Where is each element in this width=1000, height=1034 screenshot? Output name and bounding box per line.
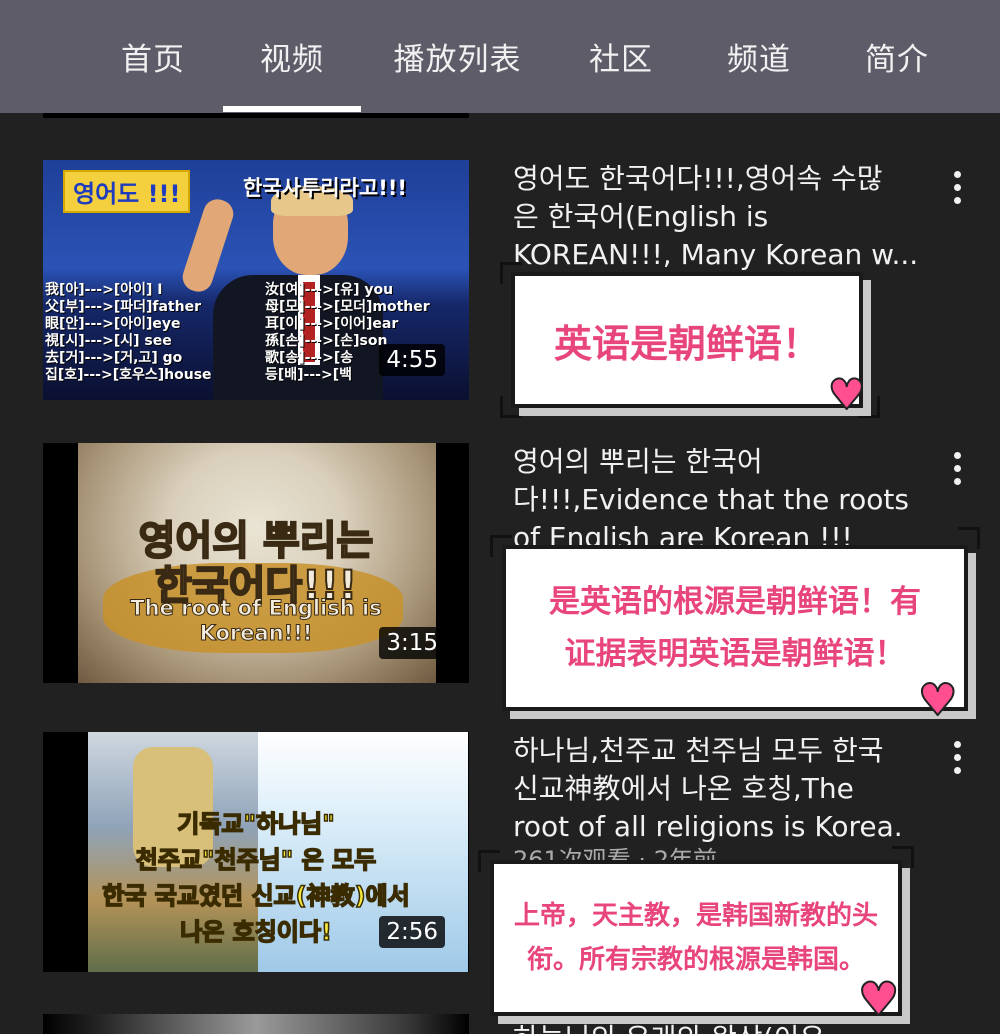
thumbnail-word-row: 汝[여]--->[유] you — [265, 282, 394, 298]
overlay-caption-text: 是英语的根源是朝鲜语！有 — [549, 584, 921, 620]
overlay-caption: 英语是朝鲜语！ — [511, 272, 863, 408]
thumbnail-headline: 기독교"하나님" — [177, 809, 336, 839]
video-thumbnail[interactable]: 영어의 뿌리는 한국어다!!! The root of English is K… — [43, 443, 469, 683]
thumbnail-word-row: 視[시]--->[시] see — [45, 333, 172, 349]
thumbnail-subtitle: The root of English is — [130, 596, 382, 621]
tab-videos[interactable]: 视频 — [223, 0, 361, 113]
video-thumbnail[interactable] — [43, 1014, 469, 1034]
video-title-line: 영어도 한국어다!!!,영어속 수많 — [513, 162, 883, 195]
video-title-line: 영어의 뿌리는 한국어 — [513, 445, 763, 478]
more-options-button[interactable] — [944, 738, 972, 778]
video-thumbnail[interactable]: 영어도 !!! 한국사투리라고!!! 我[아]--->[아이] I 父[부]--… — [43, 160, 469, 400]
more-options-button[interactable] — [944, 168, 972, 208]
overlay-caption-text: 衔。所有宗教的根源是韩国。 — [526, 945, 865, 975]
thumbnail-word-row: 집[호]--->[호우스]house — [45, 367, 212, 383]
thumbnail-word-row: 眼[안]--->[아이]eye — [45, 316, 181, 332]
channel-tab-bar: 首页 视频 播放列表 社区 频道 简介 — [0, 0, 1000, 113]
thumbnail-headline: 한국사투리라고!!! — [243, 176, 407, 200]
thumbnail-word-row: 母[모]--->[모더]mother — [265, 299, 430, 315]
overlay-caption-text: 证据表明英语是朝鲜语！ — [564, 636, 906, 672]
video-title-line: 하나님,천주교 천주님 모두 한국 — [513, 734, 884, 767]
thumbnail-word-row: 父[부]--->[파더]father — [45, 299, 201, 315]
video-list-item[interactable]: 하늘님의 유래와 왕상(이유 — [0, 1014, 1000, 1034]
video-list-item[interactable]: 영어의 뿌리는 한국어다!!! The root of English is K… — [0, 443, 1000, 727]
video-title-line: 신교神教에서 나온 호칭,The — [513, 772, 854, 805]
overlay-caption-text: 英语是朝鲜语！ — [553, 321, 820, 366]
thumbnail-headline: 한국 국교였던 신교(神教)에서 — [102, 881, 411, 911]
tab-about[interactable]: 简介 — [846, 0, 948, 113]
video-duration: 2:56 — [379, 916, 445, 948]
tab-channels[interactable]: 频道 — [708, 0, 810, 113]
video-thumbnail[interactable]: 기독교"하나님" 천주교"천주님" 은 모두 한국 국교였던 신교(神教)에서 … — [43, 732, 469, 972]
video-title[interactable]: 하늘님의 유래와 왕상(이유 — [513, 1020, 913, 1034]
tab-playlists[interactable]: 播放列表 — [380, 0, 535, 113]
video-duration: 4:55 — [379, 344, 445, 376]
video-title[interactable]: 하나님,천주교 천주님 모두 한국 신교神教에서 나온 호칭,The root … — [513, 732, 913, 846]
video-title-line: 하늘님의 유래와 왕상(이유 — [513, 1020, 913, 1034]
tab-community[interactable]: 社区 — [570, 0, 672, 113]
overlay-caption: 上帝，天主教，是韩国新教的头 衔。所有宗教的根源是韩国。 — [490, 860, 902, 1016]
video-title-line: KOREAN!!!, Many Korean w... — [513, 238, 919, 271]
heart-icon: ♥ — [917, 674, 958, 727]
video-title-line: 다!!!,Evidence that the roots — [513, 483, 909, 516]
thumbnail-word-row: 我[아]--->[아이] I — [45, 282, 163, 298]
video-title-line: 은 한국어(English is — [513, 200, 769, 233]
overlay-caption: 是英语的根源是朝鲜语！有 证据表明英语是朝鲜语！ — [502, 545, 968, 711]
previous-video-thumbnail-edge[interactable] — [43, 113, 469, 118]
thumbnail-headline: 천주교"천주님" 은 모두 — [135, 845, 377, 875]
thumbnail-word-row: 耳[이]--->[이어]ear — [265, 316, 399, 332]
overlay-caption-text: 上帝，天主教，是韩国新教的头 — [513, 901, 878, 931]
active-tab-indicator — [223, 106, 361, 112]
thumbnail-word-list-left: 我[아]--->[아이] I 父[부]--->[파더]father 眼[안]--… — [45, 282, 212, 384]
video-title[interactable]: 영어의 뿌리는 한국어 다!!!,Evidence that the roots… — [513, 443, 913, 557]
video-list-item[interactable]: 기독교"하나님" 천주교"천주님" 은 모두 한국 국교였던 신교(神教)에서 … — [0, 732, 1000, 1027]
video-title[interactable]: 영어도 한국어다!!!,영어속 수많 은 한국어(English is KORE… — [513, 160, 919, 274]
video-list-item[interactable]: 영어도 !!! 한국사투리라고!!! 我[아]--->[아이] I 父[부]--… — [0, 160, 1000, 420]
heart-icon: ♥ — [827, 369, 867, 420]
tab-home[interactable]: 首页 — [100, 0, 206, 113]
thumbnail-word-row: 去[거]--->[거,고] go — [45, 350, 183, 366]
more-options-button[interactable] — [944, 449, 972, 489]
video-duration: 3:15 — [379, 627, 445, 659]
thumbnail-badge: 영어도 !!! — [63, 170, 191, 213]
